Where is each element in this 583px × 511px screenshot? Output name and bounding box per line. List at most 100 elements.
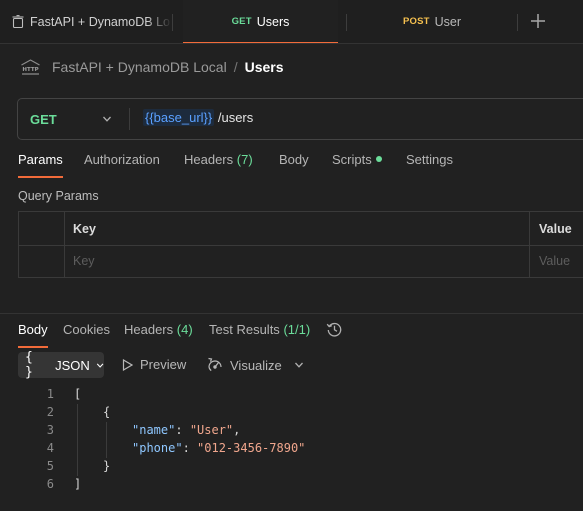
table-row-divider [19, 245, 583, 246]
json-key: "name" [132, 423, 176, 437]
query-params-title: Query Params [18, 189, 99, 203]
method-badge: POST [402, 16, 430, 27]
param-key-input[interactable]: Key [73, 254, 95, 268]
visualize-icon [208, 357, 222, 372]
tab-post-user[interactable]: POST User [347, 0, 517, 43]
chevron-down-icon[interactable] [294, 360, 304, 370]
plus-icon[interactable] [527, 10, 549, 32]
test-results-count: (1/1) [283, 322, 311, 337]
request-tabs: Params Authorization Headers (7) Body Sc… [0, 152, 583, 178]
tab-divider [172, 14, 173, 31]
tab-get-users[interactable]: GET Users [183, 0, 338, 43]
column-header-value: Value [539, 222, 572, 236]
url-divider [129, 108, 130, 130]
line-number: 5 [46, 459, 54, 473]
line-number: 6 [46, 477, 54, 491]
tab-body[interactable]: Body [279, 152, 309, 174]
http-icon: HTTP [21, 59, 40, 75]
tab-label: Body [279, 152, 309, 167]
chevron-down-icon [103, 116, 111, 122]
breadcrumb: HTTP FastAPI + DynamoDB Local / Users [20, 57, 284, 77]
tab-label: Headers [124, 322, 174, 337]
tab-settings[interactable]: Settings [406, 152, 453, 174]
request-tab-strip: FastAPI + DynamoDB Lo GET Users POST Use… [0, 0, 583, 44]
indent-guide [106, 422, 107, 458]
format-label: JSON [55, 357, 90, 373]
scripts-indicator-dot [375, 156, 382, 162]
active-tab-indicator [18, 176, 63, 178]
preview-label: Preview [140, 357, 187, 372]
tab-scripts[interactable]: Scripts [332, 152, 382, 174]
tab-divider [517, 14, 518, 31]
breadcrumb-request[interactable]: Users [245, 59, 284, 75]
method-select[interactable]: GET [18, 99, 129, 139]
tab-response-headers[interactable]: Headers (4) [124, 322, 193, 344]
tab-label: User [434, 14, 462, 29]
json-string: "User" [189, 423, 234, 437]
response-tabs: Body Cookies Headers (4) Test Results (1… [0, 321, 583, 348]
json-string: "012-3456-7890" [197, 441, 306, 455]
url-path: /users [214, 110, 254, 125]
query-params-table: Key Value Key Value [18, 211, 583, 278]
svg-text:HTTP: HTTP [22, 67, 38, 73]
json-comma: , [233, 423, 241, 437]
table-column-divider [64, 212, 65, 278]
code-open-bracket: [ [74, 387, 82, 401]
code-line-phone: "phone": "012-3456-7890" [132, 441, 305, 455]
tab-label: Params [18, 152, 63, 167]
braces-icon: { } [25, 350, 34, 380]
table-column-divider [529, 212, 530, 278]
tab-label: Users [256, 14, 290, 29]
tab-cookies[interactable]: Cookies [63, 322, 110, 344]
history-icon[interactable] [326, 321, 343, 338]
tab-headers[interactable]: Headers (7) [184, 152, 253, 174]
tab-label: Settings [406, 152, 453, 167]
code-close-bracket: ] [74, 477, 82, 491]
tab-label: Test Results [209, 322, 280, 337]
tab-authorization[interactable]: Authorization [84, 152, 160, 174]
tab-collection-overview[interactable]: FastAPI + DynamoDB Lo [0, 0, 172, 43]
url-variable[interactable]: {{base_url}} [143, 109, 215, 126]
tab-fade [146, 0, 172, 43]
active-tab-indicator [18, 346, 48, 348]
url-input[interactable]: {{base_url}} /users [143, 109, 254, 126]
tab-response-body[interactable]: Body [18, 322, 48, 348]
headers-count: (7) [236, 152, 253, 167]
method-label: GET [30, 111, 57, 127]
tab-test-results[interactable]: Test Results (1/1) [209, 322, 310, 344]
visualize-label: Visualize [230, 357, 282, 373]
line-number: 4 [46, 441, 54, 455]
code-close-brace: } [103, 459, 111, 473]
breadcrumb-separator: / [233, 59, 238, 75]
line-number: 3 [46, 423, 54, 437]
line-number: 1 [46, 387, 54, 401]
param-value-input[interactable]: Value [539, 254, 570, 268]
column-header-key: Key [73, 222, 96, 236]
tab-label: Body [18, 322, 48, 337]
tab-label: Authorization [84, 152, 160, 167]
tab-label: Headers [184, 152, 234, 167]
pane-divider[interactable] [0, 313, 583, 314]
url-bar: GET {{base_url}} /users [17, 98, 583, 140]
play-icon [122, 358, 133, 371]
chevron-down-icon [96, 362, 104, 368]
tab-label: Scripts [332, 152, 372, 167]
tab-label: Cookies [63, 322, 110, 337]
line-number: 2 [46, 405, 54, 419]
code-open-brace: { [103, 405, 111, 419]
response-body-viewer[interactable]: 1 2 3 4 5 6 [ { "name": "User", "phone":… [0, 385, 583, 495]
method-badge: GET [231, 16, 252, 27]
response-headers-count: (4) [176, 322, 193, 337]
breadcrumb-collection[interactable]: FastAPI + DynamoDB Local [52, 59, 227, 75]
preview-button[interactable]: Preview [122, 357, 186, 372]
json-colon: : [175, 423, 190, 437]
json-key: "phone" [132, 441, 183, 455]
tab-params[interactable]: Params [18, 152, 63, 178]
trash-icon [12, 15, 24, 28]
visualize-button[interactable]: Visualize [207, 357, 282, 373]
code-line-name: "name": "User", [132, 423, 240, 437]
response-format-select[interactable]: { } JSON [18, 350, 104, 380]
json-colon: : [182, 441, 198, 455]
indent-guide [77, 404, 78, 476]
active-tab-indicator [183, 42, 338, 43]
